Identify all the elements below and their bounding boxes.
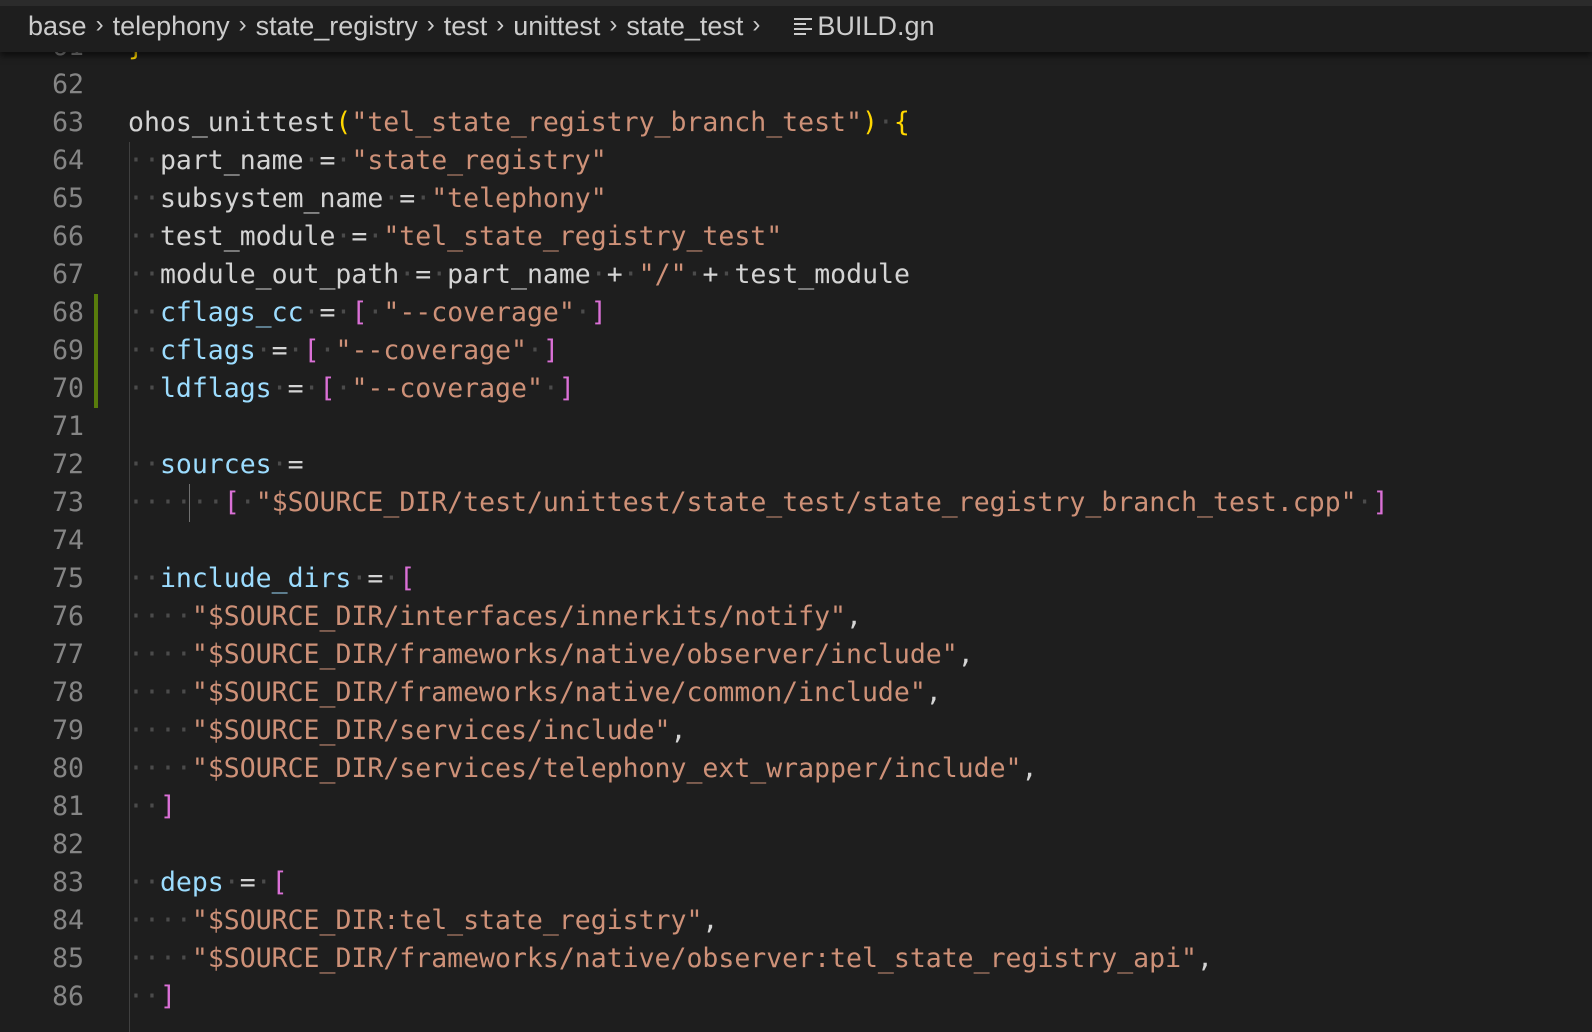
code-line[interactable]: 78 ····"$SOURCE_DIR/frameworks/native/com… xyxy=(0,674,1592,712)
chevron-right-icon: › xyxy=(426,11,435,38)
code-text: ····"$SOURCE_DIR/frameworks/native/commo… xyxy=(128,677,942,708)
code-line[interactable]: 67 ··module_out_path·=·part_name·+·"/"·+·… xyxy=(0,256,1592,294)
code-line[interactable]: 80 ····"$SOURCE_DIR/services/telephony_ex… xyxy=(0,750,1592,788)
modified-line-indicator[interactable] xyxy=(94,332,98,370)
line-number: 81 xyxy=(52,791,84,822)
breadcrumb-item-base[interactable]: base xyxy=(28,11,87,42)
code-text: ····"$SOURCE_DIR:tel_state_registry", xyxy=(128,905,719,936)
line-number: 76 xyxy=(52,601,84,632)
line-number: 85 xyxy=(52,943,84,974)
code-text: ····"$SOURCE_DIR/frameworks/native/obser… xyxy=(128,639,974,670)
code-text: ··] xyxy=(128,791,176,822)
chevron-right-icon: › xyxy=(496,11,505,38)
line-number: 80 xyxy=(52,753,84,784)
code-line[interactable]: 64 ··part_name·=·"state_registry" xyxy=(0,142,1592,180)
line-number: 72 xyxy=(52,449,84,480)
code-line[interactable]: 63 ohos_unittest("tel_state_registry_bran… xyxy=(0,104,1592,142)
indent-guide-active xyxy=(189,484,190,522)
code-line[interactable]: 73 ······[·"$SOURCE_DIR/test/unittest/sta… xyxy=(0,484,1592,522)
breadcrumb-item-telephony[interactable]: telephony xyxy=(113,11,230,42)
code-text: ··sources·= xyxy=(128,449,304,480)
breadcrumb-item-state-test[interactable]: state_test xyxy=(626,11,743,42)
chevron-right-icon: › xyxy=(752,11,761,38)
indent-guide xyxy=(129,142,130,1032)
chevron-right-icon: › xyxy=(609,11,618,38)
code-text: ····"$SOURCE_DIR/services/include", xyxy=(128,715,687,746)
modified-line-indicator[interactable] xyxy=(94,370,98,408)
chevron-right-icon: › xyxy=(238,11,247,38)
line-number: 65 xyxy=(52,183,84,214)
line-number: 74 xyxy=(52,525,84,556)
line-number: 64 xyxy=(52,145,84,176)
code-line[interactable]: 77 ····"$SOURCE_DIR/frameworks/native/obs… xyxy=(0,636,1592,674)
code-text: ··test_module·=·"tel_state_registry_test… xyxy=(128,221,783,252)
code-line[interactable]: 84 ····"$SOURCE_DIR:tel_state_registry", xyxy=(0,902,1592,940)
code-line[interactable]: 85 ····"$SOURCE_DIR/frameworks/native/obs… xyxy=(0,940,1592,978)
code-text: ····"$SOURCE_DIR/interfaces/innerkits/no… xyxy=(128,601,862,632)
code-text: ··part_name·=·"state_registry" xyxy=(128,145,607,176)
code-line[interactable]: 83 ··deps·=·[ xyxy=(0,864,1592,902)
code-line[interactable]: 86 ··] xyxy=(0,978,1592,1016)
breadcrumb-item-file[interactable]: BUILD.gn xyxy=(789,11,934,42)
line-number: 78 xyxy=(52,677,84,708)
code-text: ··cflags_cc·=·[·"--coverage"·] xyxy=(128,297,607,328)
line-number: 84 xyxy=(52,905,84,936)
code-line[interactable]: 79 ····"$SOURCE_DIR/services/include", xyxy=(0,712,1592,750)
line-number: 75 xyxy=(52,563,84,594)
breadcrumb: base › telephony › state_registry › test… xyxy=(0,0,1592,52)
line-number: 73 xyxy=(52,487,84,518)
line-number: 86 xyxy=(52,981,84,1012)
code-line[interactable]: 66 ··test_module·=·"tel_state_registry_te… xyxy=(0,218,1592,256)
code-editor[interactable]: 61}6263ohos_unittest("tel_state_registry… xyxy=(0,29,1592,1032)
breadcrumb-item-unittest[interactable]: unittest xyxy=(513,11,600,42)
line-number: 63 xyxy=(52,107,84,138)
line-number: 68 xyxy=(52,297,84,328)
code-line[interactable]: 65 ··subsystem_name·=·"telephony" xyxy=(0,180,1592,218)
breadcrumb-file-label: BUILD.gn xyxy=(817,10,935,41)
code-text: ··ldflags·=·[·"--coverage"·] xyxy=(128,373,575,404)
code-text: ····"$SOURCE_DIR/services/telephony_ext_… xyxy=(128,753,1038,784)
code-line[interactable]: 76 ····"$SOURCE_DIR/interfaces/innerkits/… xyxy=(0,598,1592,636)
code-text: ··module_out_path·=·part_name·+·"/"·+·te… xyxy=(128,259,910,290)
code-text: ··cflags·=·[·"--coverage"·] xyxy=(128,335,559,366)
line-number: 70 xyxy=(52,373,84,404)
code-text: ··deps·=·[ xyxy=(128,867,288,898)
code-line[interactable]: 62 xyxy=(0,66,1592,104)
modified-line-indicator[interactable] xyxy=(94,294,98,332)
code-line[interactable]: 69 ··cflags·=·[·"--coverage"·] xyxy=(0,332,1592,370)
code-text: ····"$SOURCE_DIR/frameworks/native/obser… xyxy=(128,943,1213,974)
line-number: 67 xyxy=(52,259,84,290)
lines-file-icon xyxy=(794,17,813,35)
code-line[interactable]: 72 ··sources·= xyxy=(0,446,1592,484)
code-line[interactable]: 75 ··include_dirs·=·[ xyxy=(0,560,1592,598)
code-line[interactable]: 74 xyxy=(0,522,1592,560)
code-line[interactable]: 68 ··cflags_cc·=·[·"--coverage"·] xyxy=(0,294,1592,332)
line-number: 82 xyxy=(52,829,84,860)
code-text: ··subsystem_name·=·"telephony" xyxy=(128,183,607,214)
line-number: 83 xyxy=(52,867,84,898)
code-text: ··] xyxy=(128,981,176,1012)
line-number: 66 xyxy=(52,221,84,252)
breadcrumb-item-state-registry[interactable]: state_registry xyxy=(256,11,418,42)
code-text: ······[·"$SOURCE_DIR/test/unittest/state… xyxy=(128,487,1389,518)
line-number: 77 xyxy=(52,639,84,670)
line-number: 69 xyxy=(52,335,84,366)
breadcrumb-item-test[interactable]: test xyxy=(444,11,488,42)
line-number: 79 xyxy=(52,715,84,746)
code-line[interactable]: 82 xyxy=(0,826,1592,864)
line-number: 62 xyxy=(52,69,84,100)
code-text: ··include_dirs·=·[ xyxy=(128,563,416,594)
code-line[interactable]: 70 ··ldflags·=·[·"--coverage"·] xyxy=(0,370,1592,408)
code-line[interactable]: 81 ··] xyxy=(0,788,1592,826)
code-line[interactable]: 71 xyxy=(0,408,1592,446)
line-number: 71 xyxy=(52,411,84,442)
code-text: ohos_unittest("tel_state_registry_branch… xyxy=(128,107,910,138)
chevron-right-icon: › xyxy=(95,11,104,38)
